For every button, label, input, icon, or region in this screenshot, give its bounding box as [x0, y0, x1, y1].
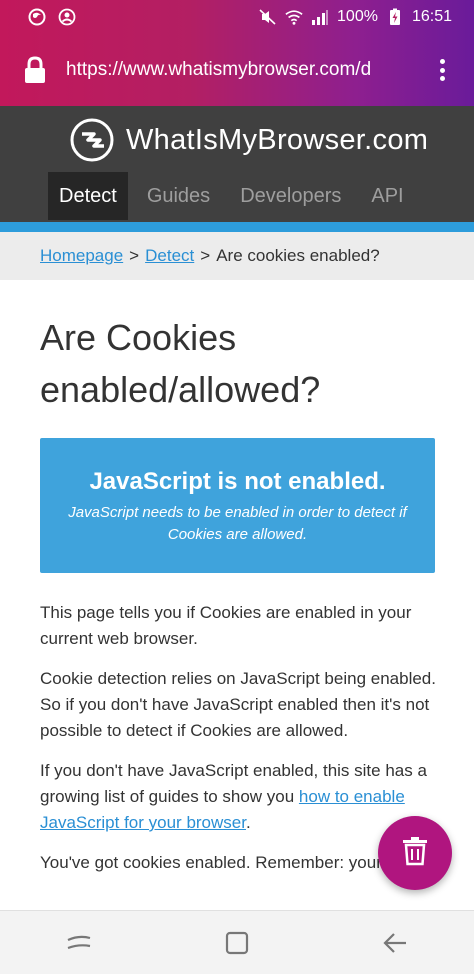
nav-guides[interactable]: Guides: [136, 172, 221, 220]
back-button[interactable]: [375, 923, 415, 963]
breadcrumb-separator: >: [200, 246, 211, 265]
battery-charging-icon: [386, 8, 404, 26]
breadcrumb-current: Are cookies enabled?: [216, 246, 380, 265]
header-accent-strip: [0, 222, 474, 232]
guides-paragraph: If you don't have JavaScript enabled, th…: [40, 761, 427, 832]
system-navigation-bar: [0, 910, 474, 974]
breadcrumb-separator: >: [129, 246, 140, 265]
detection-paragraph: Cookie detection relies on JavaScript be…: [40, 669, 436, 740]
mute-icon: [259, 8, 277, 26]
site-name: WhatIsMyBrowser.com: [126, 123, 429, 156]
account-notification-icon: [58, 8, 76, 26]
battery-percent: 100%: [337, 8, 378, 25]
intro-paragraph: This page tells you if Cookies are enabl…: [40, 603, 412, 648]
breadcrumb: Homepage > Detect > Are cookies enabled?: [0, 232, 474, 280]
trash-icon: [402, 836, 428, 871]
clock: 16:51: [411, 8, 452, 25]
signal-icon: [311, 8, 329, 26]
address-bar[interactable]: https://www.whatismybrowser.com/d: [0, 34, 474, 106]
site-nav: Detect Guides Developers API: [48, 172, 423, 220]
site-header: WhatIsMyBrowser.com Detect Guides Develo…: [0, 106, 474, 222]
browser-menu-icon[interactable]: [432, 56, 452, 84]
site-logo-icon: [70, 118, 114, 162]
site-brand[interactable]: WhatIsMyBrowser.com: [70, 118, 428, 162]
home-button[interactable]: [217, 923, 257, 963]
alert-title: JavaScript is not enabled.: [89, 468, 386, 495]
wifi-icon: [285, 8, 303, 26]
lock-icon[interactable]: [22, 56, 50, 84]
alert-body: JavaScript needs to be enabled in order …: [68, 504, 407, 543]
page-title: Are Cookies enabled/allowed?: [40, 317, 321, 410]
breadcrumb-detect-link[interactable]: Detect: [145, 246, 194, 266]
delete-floating-button[interactable]: [378, 816, 452, 890]
status-bar: 100% 16:51: [0, 0, 474, 34]
breadcrumb-homepage-link[interactable]: Homepage: [40, 246, 123, 266]
nav-detect[interactable]: Detect: [48, 172, 128, 220]
javascript-disabled-alert: JavaScript is not enabled. JavaScript ne…: [40, 438, 435, 573]
recent-apps-button[interactable]: [59, 923, 99, 963]
firefox-notification-icon: [28, 8, 46, 26]
nav-developers[interactable]: Developers: [229, 172, 352, 220]
nav-api[interactable]: API: [360, 172, 414, 220]
url-text[interactable]: https://www.whatismybrowser.com/d: [66, 59, 396, 81]
